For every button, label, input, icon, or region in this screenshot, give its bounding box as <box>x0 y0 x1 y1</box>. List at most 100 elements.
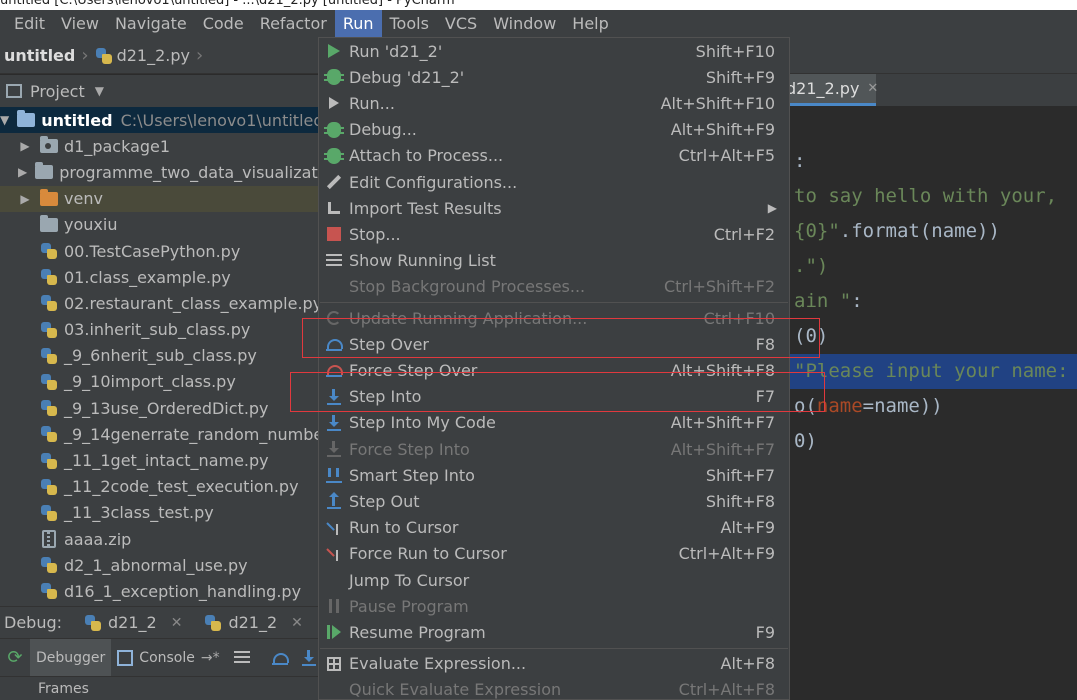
code-editor[interactable]: : to say hello with your, {0}".format(name… <box>790 106 1077 700</box>
menu-item-stop[interactable]: Stop... Ctrl+F2 <box>319 221 789 247</box>
debug-session-tab[interactable]: d21_2 ✕ <box>84 613 182 632</box>
tree-item-label: _9_10import_class.py <box>64 372 236 392</box>
calculator-icon <box>319 656 349 671</box>
tree-item[interactable]: aaaa.zip <box>0 526 318 552</box>
refresh-icon <box>319 311 349 326</box>
menu-item-debug-d21-2[interactable]: Debug 'd21_2' Shift+F9 <box>319 64 789 90</box>
menu-item-import-test-results[interactable]: Import Test Results ▶ <box>319 195 789 221</box>
tree-item[interactable]: _11_3class_test.py <box>0 500 318 526</box>
tree-root-untitled[interactable]: ▼ untitled C:\Users\lenovo1\untitled <box>0 107 318 134</box>
menu-item-show-running-list[interactable]: Show Running List <box>319 248 789 274</box>
tree-item[interactable]: _9_14generrate_random_number.py <box>0 421 318 447</box>
menu-item-force-run-to-cursor[interactable]: Force Run to Cursor Ctrl+Alt+F9 <box>319 541 789 567</box>
close-icon[interactable]: ✕ <box>291 615 303 631</box>
python-file-icon <box>40 373 58 391</box>
tree-item[interactable]: _11_2code_test_execution.py <box>0 474 318 500</box>
menu-item-update-running-application[interactable]: Update Running Application... Ctrl+F10 <box>319 305 789 331</box>
tree-item[interactable]: youxiu <box>0 212 318 238</box>
menu-item-step-into[interactable]: Step Into F7 <box>319 384 789 410</box>
menu-vcs[interactable]: VCS <box>437 10 485 38</box>
chevron-right-icon[interactable]: ▶ <box>18 192 32 206</box>
menu-item-label: Stop... <box>349 224 401 244</box>
chevron-right-icon[interactable]: ▶ <box>18 165 27 179</box>
tree-item[interactable]: _9_13use_OrderedDict.py <box>0 395 318 421</box>
code-line[interactable]: : <box>790 144 1077 179</box>
menu-item-run-to-cursor[interactable]: Run to Cursor Alt+F9 <box>319 515 789 541</box>
tree-item[interactable]: d2_1_abnormal_use.py <box>0 552 318 578</box>
menu-item-force-step-into[interactable]: Force Step Into Alt+Shift+F7 <box>319 436 789 462</box>
menu-item-pause-program[interactable]: Pause Program <box>319 593 789 619</box>
code-line[interactable]: 0) <box>790 424 1077 459</box>
tree-item[interactable]: 01.class_example.py <box>0 264 318 290</box>
menu-item-run[interactable]: Run... Alt+Shift+F10 <box>319 90 789 116</box>
chevron-down-icon[interactable]: ▼ <box>0 113 9 127</box>
tree-item[interactable]: _11_1get_intact_name.py <box>0 447 318 473</box>
code-line[interactable]: (0) <box>790 319 1077 354</box>
menu-item-run-d21-2[interactable]: Run 'd21_2' Shift+F10 <box>319 38 789 64</box>
tab-debugger[interactable]: Debugger <box>30 638 112 677</box>
menu-item-evaluate-expression[interactable]: Evaluate Expression... Alt+F8 <box>319 651 789 677</box>
menu-item-force-step-over[interactable]: Force Step Over Alt+Shift+F8 <box>319 357 789 383</box>
tree-item[interactable]: 02.restaurant_class_example.py <box>0 290 318 316</box>
menu-item-shortcut: F9 <box>755 622 775 642</box>
debug-session-tab[interactable]: d21_2 ✕ <box>204 613 303 632</box>
menu-item-shortcut: Ctrl+F2 <box>713 224 775 244</box>
rerun-icon[interactable]: ⟳ <box>0 647 30 668</box>
menu-refactor[interactable]: Refactor <box>252 10 335 38</box>
menu-item-edit-configurations[interactable]: Edit Configurations... <box>319 169 789 195</box>
tree-item-label: untitled <box>41 110 113 130</box>
tree-item[interactable]: 03.inherit_sub_class.py <box>0 317 318 343</box>
run-to-cursor-icon <box>319 521 349 535</box>
menu-window[interactable]: Window <box>485 10 564 38</box>
menu-item-step-into-my-code[interactable]: Step Into My Code Alt+Shift+F7 <box>319 410 789 436</box>
breadcrumb-file[interactable]: d21_2.py <box>117 46 190 65</box>
code-line[interactable]: .") <box>790 249 1077 284</box>
menu-item-resume-program[interactable]: Resume Program F9 <box>319 619 789 645</box>
code-line[interactable]: ain ": <box>790 284 1077 319</box>
menu-item-step-out[interactable]: Step Out Shift+F8 <box>319 488 789 514</box>
menu-run[interactable]: Run <box>334 10 382 38</box>
breadcrumb-project[interactable]: untitled <box>4 46 75 65</box>
tree-item-label: _9_6nherit_sub_class.py <box>64 346 257 366</box>
menu-code[interactable]: Code <box>195 10 252 38</box>
menu-item-jump-to-cursor[interactable]: Jump To Cursor <box>319 567 789 593</box>
menu-tools[interactable]: Tools <box>382 10 437 38</box>
chevron-down-icon[interactable]: ▼ <box>95 84 104 98</box>
menu-navigate[interactable]: Navigate <box>107 10 195 38</box>
menu-item-smart-step-into[interactable]: Smart Step Into Shift+F7 <box>319 462 789 488</box>
code-line[interactable]: o(name=name)) <box>790 389 1077 424</box>
menu-view[interactable]: View <box>53 10 107 38</box>
tree-item[interactable]: ▶ venv <box>0 185 318 212</box>
project-panel-title[interactable]: Project <box>30 82 85 101</box>
tree-item[interactable]: _9_6nherit_sub_class.py <box>0 343 318 369</box>
close-icon[interactable]: ✕ <box>171 615 183 631</box>
menu-icon[interactable] <box>233 650 250 665</box>
menu-item-step-over[interactable]: Step Over F8 <box>319 331 789 357</box>
tree-item-label: 03.inherit_sub_class.py <box>64 320 251 340</box>
code-line[interactable]: {0}".format(name)) <box>790 214 1077 249</box>
menu-item-debug[interactable]: Debug... Alt+Shift+F9 <box>319 117 789 143</box>
chevron-right-icon[interactable]: ▶ <box>18 139 32 153</box>
menu-item-quick-evaluate-expression[interactable]: Quick Evaluate Expression Ctrl+Alt+F8 <box>319 677 789 699</box>
menu-item-attach-to-process[interactable]: Attach to Process... Ctrl+Alt+F5 <box>319 143 789 169</box>
pin-icon[interactable]: →* <box>201 650 220 666</box>
menu-help[interactable]: Help <box>564 10 616 38</box>
editor-tab-active[interactable]: d21_2.py ✕ <box>786 74 878 106</box>
close-icon[interactable]: ✕ <box>867 81 878 96</box>
code-line[interactable]: to say hello with your, <box>790 179 1077 214</box>
step-over-icon[interactable] <box>271 651 289 665</box>
tree-item[interactable]: _9_10import_class.py <box>0 369 318 395</box>
tree-item-label: 02.restaurant_class_example.py <box>64 293 318 313</box>
code-line[interactable]: "Please input your name: <box>790 354 1077 389</box>
step-into-icon[interactable] <box>301 649 316 666</box>
tree-item[interactable]: ▶ d1_package1 <box>0 133 318 159</box>
tab-console[interactable]: Console →* <box>111 639 225 677</box>
menu-item-stop-background-processes[interactable]: Stop Background Processes... Ctrl+Shift+F… <box>319 274 789 300</box>
step-out-icon <box>319 492 349 510</box>
force-run-to-cursor-icon <box>319 547 349 561</box>
console-icon <box>117 649 134 666</box>
tree-item[interactable]: 00.TestCasePython.py <box>0 238 318 264</box>
menu-edit[interactable]: Edit <box>6 10 53 38</box>
tree-item[interactable]: ▶ programme_two_data_visualization <box>0 159 318 185</box>
tree-item[interactable]: d16_1_exception_handling.py <box>0 578 318 604</box>
